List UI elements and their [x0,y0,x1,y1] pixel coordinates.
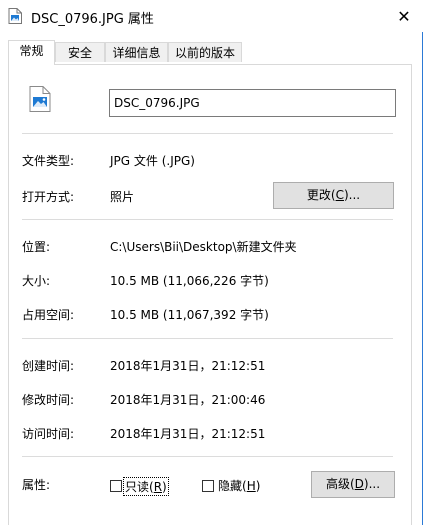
location-label: 位置: [22,240,51,254]
tab-label: 以前的版本 [174,46,235,60]
readonly-checkbox[interactable] [110,480,122,492]
created-value: 2018年1月31日，21:12:51 [110,359,266,373]
file-name-field[interactable]: DSC_0796.JPG [109,89,396,117]
tab-general[interactable]: 常规 [8,40,55,65]
image-file-icon [8,8,22,24]
checkbox-text: 只读( [125,480,154,494]
accelerator-key: R [153,480,163,494]
readonly-label[interactable]: 只读(R) [123,477,169,496]
size-value: 10.5 MB (11,066,226 字节) [110,274,269,288]
tab-previous-versions[interactable]: 以前的版本 [168,42,242,62]
checkbox-text: 隐藏( [218,479,247,493]
close-button[interactable]: ✕ [385,0,423,32]
advanced-button[interactable]: 高级(D)... [311,471,395,498]
divider [22,338,393,339]
opens-with-value: 照片 [110,190,135,204]
divider [22,133,393,134]
button-label: )... [343,188,361,202]
checkbox-text: ) [255,479,261,493]
attributes-label: 属性: [22,478,51,492]
accelerator-key: H [246,479,256,493]
title-bar[interactable]: DSC_0796.JPG 属性 ✕ [0,0,423,32]
accessed-value: 2018年1月31日，21:12:51 [110,427,266,441]
button-label: 高级( [325,477,355,491]
close-icon: ✕ [397,6,411,26]
tab-label: 详细信息 [112,46,161,60]
tab-label: 常规 [19,44,44,58]
button-label: )... [363,477,381,491]
tab-label: 安全 [67,46,92,60]
divider [22,456,393,457]
created-label: 创建时间: [22,359,75,373]
checkbox-text: ) [162,480,167,494]
file-type-value: JPG 文件 (.JPG) [110,154,195,168]
size-on-disk-label: 占用空间: [22,308,75,322]
hidden-checkbox[interactable] [202,480,214,492]
modified-value: 2018年1月31日，21:00:46 [110,393,266,407]
location-value: C:\Users\Bii\Desktop\新建文件夹 [110,240,297,254]
image-file-icon [29,86,51,112]
accelerator-key: D [354,477,364,491]
window-title: DSC_0796.JPG 属性 [31,12,154,27]
accessed-label: 访问时间: [22,427,75,441]
modified-label: 修改时间: [22,393,75,407]
tab-details[interactable]: 详细信息 [105,42,168,62]
size-on-disk-value: 10.5 MB (11,067,392 字节) [110,308,269,322]
change-button[interactable]: 更改(C)... [273,182,394,209]
size-label: 大小: [22,274,51,288]
properties-window: DSC_0796.JPG 属性 ✕ 常规 安全 详细信息 以前的版本 DSC_0… [0,0,423,525]
button-label: 更改( [306,188,336,202]
tab-security[interactable]: 安全 [55,42,105,62]
file-type-label: 文件类型: [22,154,75,168]
accelerator-key: C [335,188,344,202]
opens-with-label: 打开方式: [22,190,75,204]
divider [22,219,393,220]
hidden-label[interactable]: 隐藏(H) [218,477,260,494]
